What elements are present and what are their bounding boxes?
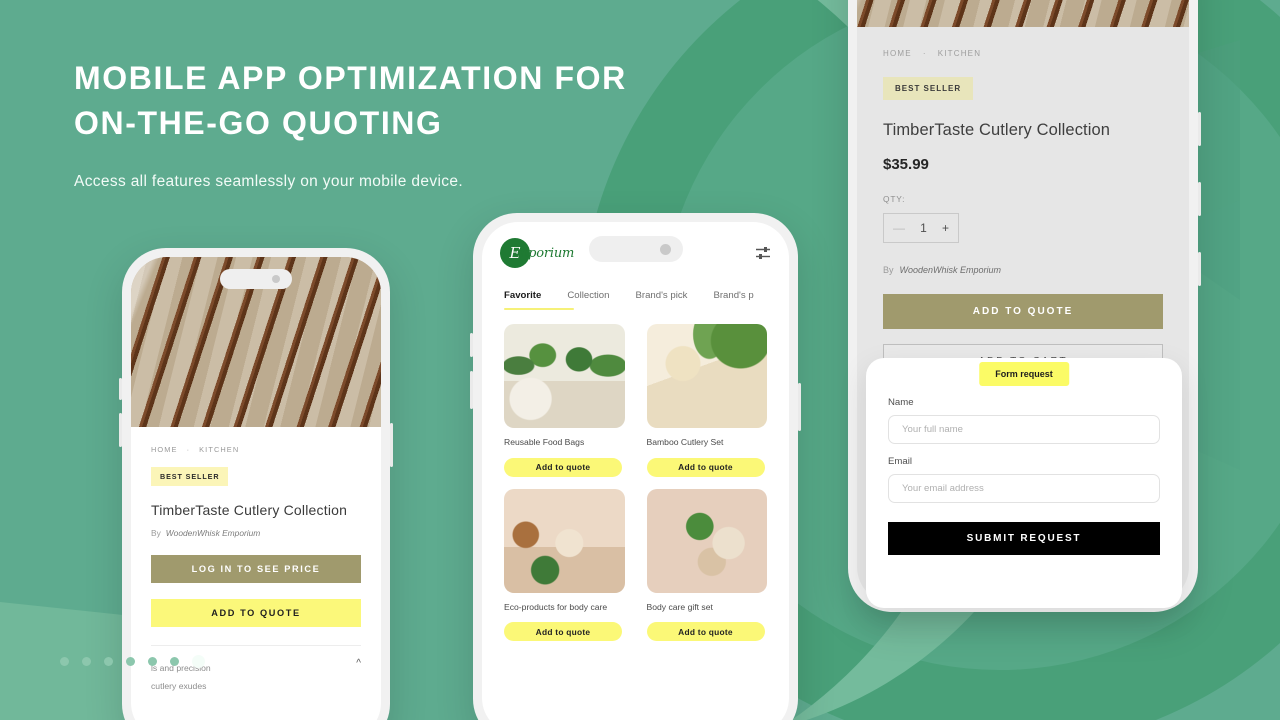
- product-card[interactable]: Bamboo Cutlery Set Add to quote: [646, 324, 767, 477]
- phone-volume-button: [119, 378, 122, 400]
- breadcrumb: HOME · KITCHEN: [151, 445, 361, 454]
- breadcrumb-separator: ·: [922, 49, 927, 58]
- add-to-quote-button[interactable]: Add to quote: [646, 622, 765, 642]
- name-field-label: Name: [888, 397, 914, 408]
- phone-screen-middle: E mporium Favorite Collection Brand's pi…: [482, 222, 789, 720]
- product-title: TimberTaste Cutlery Collection: [883, 121, 1111, 139]
- description-line: cutlery exudes: [151, 681, 207, 692]
- tab-brands-pick-overflow[interactable]: Brand's p: [713, 290, 753, 310]
- carousel-dot[interactable]: [104, 657, 113, 666]
- add-to-quote-button[interactable]: ADD TO QUOTE: [883, 294, 1163, 329]
- breadcrumb-kitchen[interactable]: KITCHEN: [199, 445, 239, 454]
- description-accordion[interactable]: ls and precision cutlery exudes ^: [151, 646, 361, 696]
- quantity-increase-button[interactable]: +: [942, 221, 949, 235]
- phone-mockup-left: HOME · KITCHEN BEST SELLER TimberTaste C…: [119, 248, 393, 720]
- product-name: Bamboo Cutlery Set: [646, 437, 724, 447]
- carousel-dot[interactable]: [82, 657, 91, 666]
- tab-collection[interactable]: Collection: [567, 290, 609, 310]
- name-field[interactable]: [888, 415, 1160, 444]
- dynamic-island: [220, 269, 292, 289]
- phone-power-button: [1198, 182, 1201, 216]
- product-card[interactable]: Eco-products for body care Add to quote: [504, 488, 625, 642]
- add-to-quote-button[interactable]: ADD TO QUOTE: [151, 599, 361, 627]
- add-to-quote-button[interactable]: Add to quote: [646, 457, 765, 477]
- product-name: Reusable Food Bags: [504, 437, 585, 447]
- breadcrumb-separator: ·: [186, 445, 191, 454]
- quantity-stepper[interactable]: — 1 +: [883, 213, 959, 243]
- front-camera-icon: [272, 275, 280, 283]
- tab-favorite[interactable]: Favorite: [504, 290, 541, 310]
- carousel-dot-active[interactable]: [192, 655, 205, 668]
- product-price: $35.99: [883, 156, 929, 173]
- vendor-name: WoodenWhisk Emporium: [899, 265, 1002, 275]
- brand-logo[interactable]: E mporium: [500, 238, 574, 268]
- vendor-name: WoodenWhisk Emporium: [165, 528, 261, 538]
- product-grid: Reusable Food Bags Add to quote Bamboo C…: [482, 310, 789, 642]
- phone-volume-button: [470, 371, 473, 409]
- product-vendor: By WoodenWhisk Emporium: [151, 528, 361, 538]
- product-detail-body: HOME · KITCHEN BEST SELLER TimberTaste C…: [857, 27, 1189, 379]
- carousel-dot[interactable]: [60, 657, 69, 666]
- product-card[interactable]: Reusable Food Bags Add to quote: [504, 324, 625, 477]
- page-subtitle: Access all features seamlessly on your m…: [74, 172, 463, 190]
- quantity-decrease-button[interactable]: —: [893, 221, 905, 235]
- phone-mockup-middle: E mporium Favorite Collection Brand's pi…: [470, 213, 801, 720]
- category-tabs[interactable]: Favorite Collection Brand's pick Brand's…: [482, 268, 789, 310]
- add-to-quote-button[interactable]: Add to quote: [504, 622, 622, 642]
- product-image: [646, 324, 767, 428]
- vendor-by-label: By: [883, 265, 894, 275]
- add-to-quote-button[interactable]: Add to quote: [504, 457, 622, 477]
- carousel-dots[interactable]: [60, 655, 205, 668]
- form-request-card: Form request Name Email SUBMIT REQUEST: [866, 358, 1182, 608]
- breadcrumb-home[interactable]: HOME: [151, 445, 178, 454]
- phone-volume-button: [119, 413, 122, 447]
- page-title: Mobile app optimization for on-the-go qu…: [74, 60, 627, 142]
- product-image: [646, 488, 767, 593]
- carousel-dot[interactable]: [170, 657, 179, 666]
- product-hero-image: [857, 0, 1189, 27]
- email-field-label: Email: [888, 456, 912, 467]
- status-badge: BEST SELLER: [883, 77, 974, 100]
- breadcrumb-home[interactable]: HOME: [883, 49, 912, 58]
- product-name: Body care gift set: [646, 601, 713, 612]
- phone-power-button: [1198, 252, 1201, 286]
- email-field[interactable]: [888, 474, 1160, 503]
- product-name: Eco-products for body care: [504, 601, 608, 612]
- product-vendor: By WoodenWhisk Emporium: [883, 265, 1163, 275]
- quantity-label: QTY:: [883, 194, 906, 204]
- phone-power-button: [390, 423, 393, 467]
- carousel-dot[interactable]: [148, 657, 157, 666]
- vendor-by-label: By: [151, 528, 161, 538]
- form-request-badge: Form request: [979, 362, 1069, 386]
- quantity-value: 1: [920, 221, 927, 235]
- phone-volume-button: [470, 333, 473, 357]
- dynamic-island: [588, 236, 683, 262]
- phone-power-button: [798, 383, 801, 431]
- breadcrumb-kitchen[interactable]: KITCHEN: [938, 49, 982, 58]
- product-image: [504, 324, 625, 428]
- carousel-dot[interactable]: [126, 657, 135, 666]
- status-badge: BEST SELLER: [151, 467, 229, 486]
- hero-text-block: Mobile app optimization for on-the-go qu…: [74, 56, 694, 191]
- front-camera-icon: [659, 243, 671, 255]
- product-card[interactable]: Body care gift set Add to quote: [646, 488, 767, 642]
- login-to-see-price-button[interactable]: LOG IN TO SEE PRICE: [151, 555, 361, 583]
- product-image: [504, 488, 625, 593]
- product-title: TimberTaste Cutlery Collection: [151, 502, 348, 518]
- phone-screen-left: HOME · KITCHEN BEST SELLER TimberTaste C…: [131, 257, 381, 720]
- phone-power-button: [1198, 112, 1201, 146]
- chevron-up-icon[interactable]: ^: [356, 659, 361, 669]
- tab-brands-pick[interactable]: Brand's pick: [635, 290, 687, 310]
- breadcrumb: HOME · KITCHEN: [883, 49, 1163, 58]
- logo-wordmark: mporium: [516, 245, 575, 261]
- submit-request-button[interactable]: SUBMIT REQUEST: [888, 522, 1160, 555]
- sliders-icon[interactable]: [755, 246, 771, 260]
